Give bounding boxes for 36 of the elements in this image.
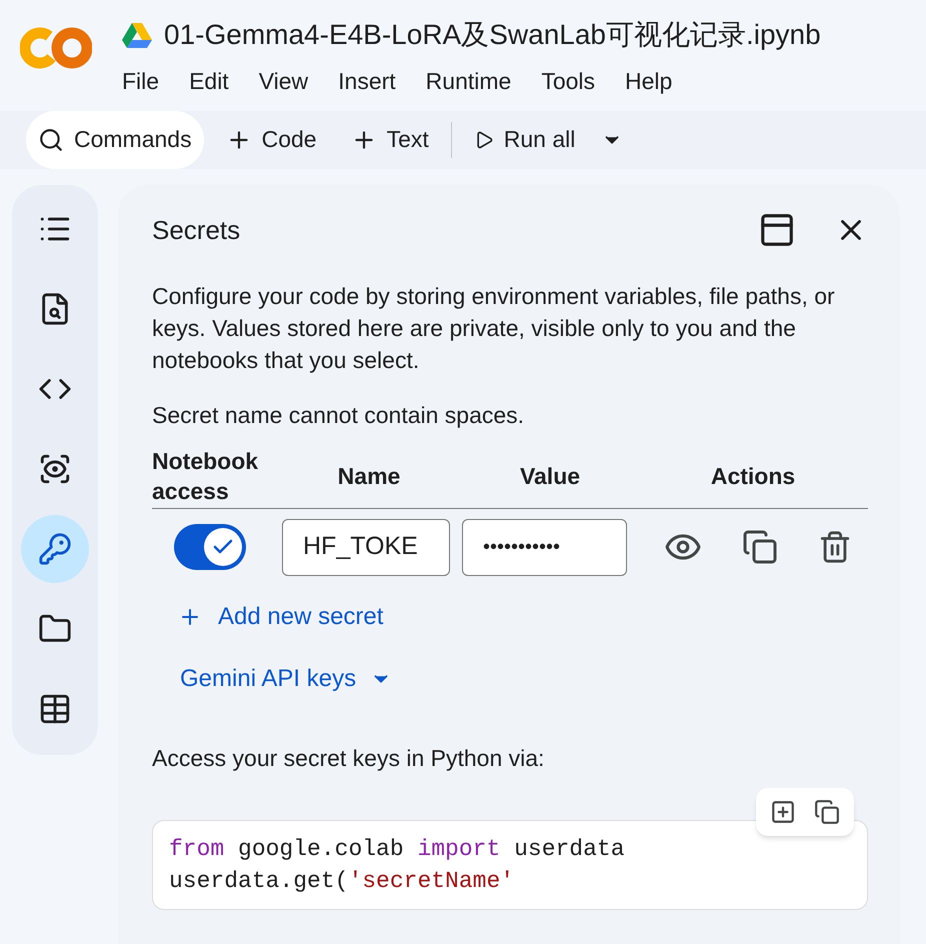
menu-item[interactable]: File xyxy=(122,64,160,98)
trash-icon[interactable] xyxy=(818,530,852,564)
logo-icon xyxy=(20,26,92,70)
add-button[interactable]: Code xyxy=(214,110,329,168)
key-icon xyxy=(38,532,72,566)
name-field[interactable]: HF_TOKE xyxy=(282,518,450,576)
insert-icon[interactable] xyxy=(770,798,796,824)
description-text: Configure your code by storing environment variables, file paths, or keys. Values stored here are private, visible only to you and the notebooks that you select. xyxy=(152,282,836,375)
copy-icon[interactable] xyxy=(742,529,778,565)
run-all-button[interactable]: Run all xyxy=(462,110,588,168)
menu-item[interactable]: Help xyxy=(625,64,672,98)
menu-item[interactable]: Runtime xyxy=(426,64,512,98)
drive-icon xyxy=(122,22,152,48)
column-header: Name xyxy=(336,462,402,491)
gemini-keys-button[interactable]: Gemini API keys xyxy=(180,661,392,697)
value-field[interactable]: ••••••••••• xyxy=(462,518,627,576)
copy-icon[interactable] xyxy=(814,798,840,824)
code-line: from google.colab import userdata xyxy=(169,834,626,864)
code-line: userdata.get('secretName' xyxy=(169,866,516,896)
menu-item[interactable]: View xyxy=(258,64,308,98)
panel-title: Secrets xyxy=(152,214,242,246)
search-icon xyxy=(38,126,64,152)
column-header: Notebook access xyxy=(152,447,260,506)
menu-item[interactable]: Tools xyxy=(541,64,596,98)
column-header: Value xyxy=(518,462,582,491)
add-secret-button[interactable]: Add new secret xyxy=(178,599,384,635)
notebook-title[interactable]: 01-Gemma4-E4B-LoRA及SwanLab可视化记录.ipynb xyxy=(164,14,821,56)
add-button[interactable]: Text xyxy=(338,110,441,168)
menu-item[interactable]: Edit xyxy=(189,64,229,98)
commands-button[interactable]: Commands xyxy=(26,110,204,168)
window-icon[interactable] xyxy=(758,211,796,249)
toggle-switch[interactable] xyxy=(174,524,246,570)
access-text: Access your secret keys in Python via: xyxy=(152,744,546,773)
menu-item[interactable]: Insert xyxy=(338,64,396,98)
column-header: Actions xyxy=(710,462,796,491)
note-text: Secret name cannot contain spaces. xyxy=(152,400,526,430)
